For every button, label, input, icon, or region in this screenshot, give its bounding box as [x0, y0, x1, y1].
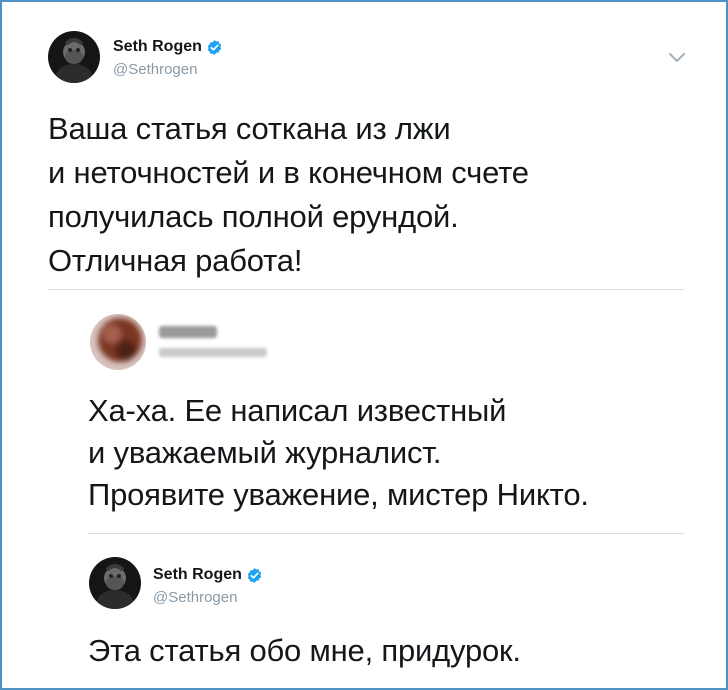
avatar-icon — [89, 557, 141, 609]
screenshot-frame: Seth Rogen @Sethrogen Ваша статья соткан… — [0, 0, 728, 690]
author-name-text: Seth Rogen — [153, 566, 242, 583]
avatar-icon — [48, 31, 100, 83]
tweet-text: Ваша статья соткана из лжи и неточностей… — [48, 111, 529, 278]
author-handle[interactable]: @Sethrogen — [113, 61, 197, 78]
blurred-author-name[interactable] — [159, 326, 217, 338]
author-name[interactable]: Seth Rogen — [153, 566, 263, 584]
blurred-avatar-icon — [90, 314, 146, 370]
blurred-avatar[interactable] — [90, 314, 146, 370]
seth-rogen-avatar[interactable] — [48, 31, 100, 83]
verified-badge-icon — [247, 567, 262, 583]
chevron-down-icon — [669, 53, 685, 62]
blurred-author-handle[interactable] — [159, 348, 267, 357]
author-name[interactable]: Seth Rogen — [113, 38, 223, 56]
verified-badge-icon — [207, 39, 222, 55]
tweet-divider — [48, 289, 684, 290]
final-reply-text: Эта статья обо мне, придурок. — [88, 633, 521, 668]
reply-text: Ха-ха. Ее написал известный и уважаемый … — [88, 393, 589, 512]
tweet-menu-button[interactable] — [666, 50, 688, 66]
author-name-text: Seth Rogen — [113, 38, 202, 55]
author-handle[interactable]: @Sethrogen — [153, 589, 237, 606]
reply-divider — [88, 533, 684, 534]
seth-rogen-avatar-reply[interactable] — [89, 557, 141, 609]
